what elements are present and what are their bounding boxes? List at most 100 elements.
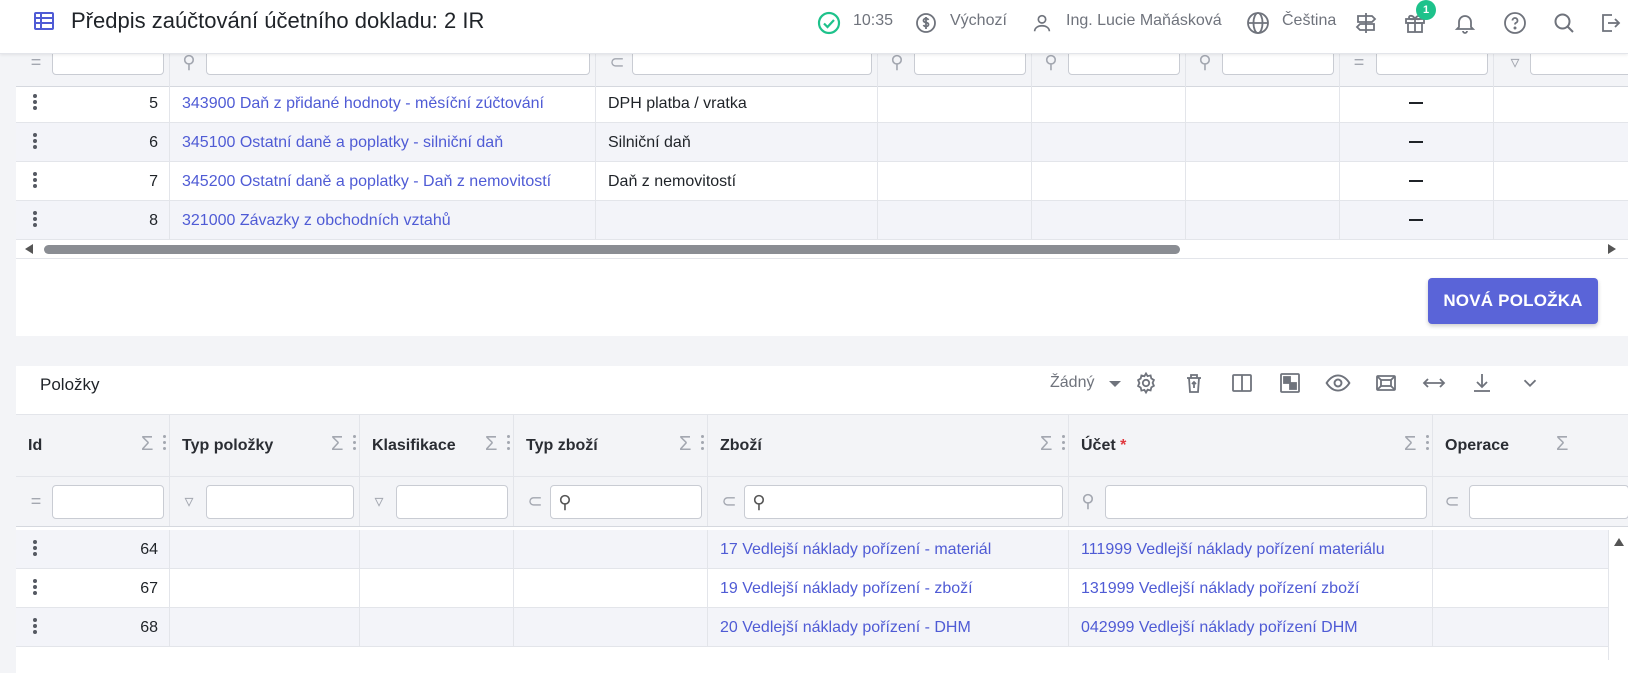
subset-filter-icon[interactable]: ⊂	[524, 490, 546, 512]
filter-input[interactable]	[1530, 54, 1628, 75]
expand-width-icon[interactable]	[1417, 366, 1451, 400]
subset-filter-icon[interactable]: ⊂	[606, 54, 628, 73]
filter-input[interactable]	[1105, 485, 1427, 519]
account-link[interactable]: 111999 Vedlejší náklady pořízení materiá…	[1081, 540, 1385, 560]
account-link[interactable]: 042999 Vedlejší náklady pořízení DHM	[1081, 618, 1358, 638]
search-filter-icon[interactable]: ⚲	[1040, 54, 1062, 73]
sum-icon[interactable]: Σ	[1404, 433, 1416, 455]
sum-icon[interactable]: Σ	[141, 433, 153, 455]
download-icon[interactable]	[1465, 366, 1499, 400]
sum-icon[interactable]: Σ	[679, 433, 691, 455]
delete-icon[interactable]	[1177, 366, 1211, 400]
goods-link[interactable]: 20 Vedlejší náklady pořízení - DHM	[720, 618, 971, 638]
column-menu-icon[interactable]	[163, 435, 166, 453]
user-name[interactable]: Ing. Lucie Maňásková	[1066, 11, 1222, 31]
subset-filter-icon[interactable]: ⊂	[718, 490, 740, 512]
table-row[interactable]: 8 321000 Závazky z obchodních vztahů	[16, 201, 1628, 240]
horizontal-scrollbar[interactable]	[16, 240, 1628, 258]
view-select[interactable]: Žádný	[1050, 374, 1094, 392]
filter-input[interactable]	[1222, 54, 1334, 75]
chevron-down-icon[interactable]	[1513, 366, 1547, 400]
account-link[interactable]: 131999 Vedlejší náklady pořízení zboží	[1081, 579, 1359, 599]
subset-filter-icon[interactable]: ⊂	[1441, 490, 1463, 512]
column-header-account[interactable]: Účet *	[1081, 437, 1126, 455]
settings-icon[interactable]	[1129, 366, 1163, 400]
fit-icon[interactable]	[1369, 366, 1403, 400]
table-row[interactable]: 7 345200 Ostatní daně a poplatky - Daň z…	[16, 162, 1628, 201]
goods-link[interactable]: 17 Vedlejší náklady pořízení - materiál	[720, 540, 991, 560]
row-menu-icon[interactable]	[33, 211, 37, 229]
column-menu-icon[interactable]	[353, 435, 356, 453]
new-item-button[interactable]: NOVÁ POLOŽKA	[1428, 278, 1598, 324]
funnel-filter-icon[interactable]: ▿	[178, 490, 200, 512]
vertical-scrollbar[interactable]	[1608, 530, 1628, 660]
table-row[interactable]: 5 343900 Daň z přidané hodnoty - měsíční…	[16, 84, 1628, 123]
filter-input[interactable]	[52, 54, 164, 75]
filter-input[interactable]	[1376, 54, 1488, 75]
sum-icon[interactable]: Σ	[1040, 433, 1052, 455]
table-icon[interactable]	[28, 5, 60, 37]
search-filter-icon[interactable]: ⚲	[178, 54, 200, 73]
row-menu-icon[interactable]	[33, 579, 37, 597]
account-link[interactable]: 343900 Daň z přidané hodnoty - měsíční z…	[182, 94, 544, 114]
account-link[interactable]: 345200 Ostatní daně a poplatky - Daň z n…	[182, 172, 551, 192]
filter-search-input[interactable]	[744, 485, 1063, 519]
search-filter-icon[interactable]: ⚲	[1077, 490, 1099, 512]
filter-input[interactable]	[396, 485, 508, 519]
row-menu-icon[interactable]	[33, 540, 37, 558]
account-link[interactable]: 321000 Závazky z obchodních vztahů	[182, 211, 451, 231]
sum-icon[interactable]: Σ	[485, 433, 497, 455]
goods-link[interactable]: 19 Vedlejší náklady pořízení - zboží	[720, 579, 973, 599]
filter-input[interactable]	[52, 485, 164, 519]
row-menu-icon[interactable]	[33, 172, 37, 190]
column-header-operation[interactable]: Operace	[1445, 437, 1509, 455]
signpost-icon[interactable]	[1350, 7, 1382, 39]
scrollbar-thumb[interactable]	[44, 245, 1180, 254]
funnel-filter-icon[interactable]: ▿	[1504, 54, 1526, 73]
scroll-left-arrow-icon[interactable]	[25, 244, 33, 254]
help-icon[interactable]	[1499, 7, 1531, 39]
equals-filter-icon[interactable]: =	[25, 490, 47, 512]
scroll-right-arrow-icon[interactable]	[1608, 244, 1616, 254]
table-row[interactable]: 6 345100 Ostatní daně a poplatky - silni…	[16, 123, 1628, 162]
equals-filter-icon[interactable]: =	[25, 54, 47, 73]
table-row[interactable]: 67 19 Vedlejší náklady pořízení - zboží …	[16, 569, 1628, 608]
chevron-down-icon[interactable]	[1109, 381, 1121, 387]
filter-input[interactable]	[206, 54, 590, 75]
globe-icon[interactable]	[1242, 7, 1274, 39]
search-filter-icon[interactable]: ⚲	[886, 54, 908, 73]
columns-icon[interactable]	[1225, 366, 1259, 400]
filter-input[interactable]	[914, 54, 1026, 75]
column-menu-icon[interactable]	[701, 435, 704, 453]
equals-filter-icon[interactable]: =	[1348, 54, 1370, 73]
column-header-goods[interactable]: Zboží	[720, 437, 762, 455]
column-menu-icon[interactable]	[507, 435, 510, 453]
filter-input[interactable]	[206, 485, 354, 519]
search-filter-icon[interactable]: ⚲	[1194, 54, 1216, 73]
row-menu-icon[interactable]	[33, 133, 37, 151]
bell-icon[interactable]	[1449, 7, 1481, 39]
scroll-up-arrow-icon[interactable]	[1614, 538, 1624, 546]
dollar-gear-icon[interactable]	[910, 7, 942, 39]
account-link[interactable]: 345100 Ostatní daně a poplatky - silničn…	[182, 133, 503, 153]
sum-icon[interactable]: Σ	[1556, 433, 1568, 455]
column-header-type[interactable]: Typ položky	[182, 437, 273, 455]
column-menu-icon[interactable]	[1062, 435, 1065, 453]
logout-icon[interactable]	[1594, 7, 1626, 39]
column-menu-icon[interactable]	[1426, 435, 1429, 453]
search-icon[interactable]	[1548, 7, 1580, 39]
table-row[interactable]: 68 20 Vedlejší náklady pořízení - DHM 04…	[16, 608, 1628, 647]
funnel-filter-icon[interactable]: ▿	[368, 490, 390, 512]
column-header-classification[interactable]: Klasifikace	[372, 437, 456, 455]
filter-input[interactable]	[1068, 54, 1180, 75]
filter-input[interactable]	[632, 54, 872, 75]
row-menu-icon[interactable]	[33, 94, 37, 112]
column-header-id[interactable]: Id	[28, 437, 42, 455]
eye-icon[interactable]	[1321, 366, 1355, 400]
sum-icon[interactable]: Σ	[331, 433, 343, 455]
user-icon[interactable]	[1026, 7, 1058, 39]
filter-input[interactable]	[1469, 485, 1628, 519]
table-row[interactable]: 64 17 Vedlejší náklady pořízení - materi…	[16, 530, 1628, 569]
row-menu-icon[interactable]	[33, 618, 37, 636]
language-select[interactable]: Čeština	[1282, 11, 1336, 31]
